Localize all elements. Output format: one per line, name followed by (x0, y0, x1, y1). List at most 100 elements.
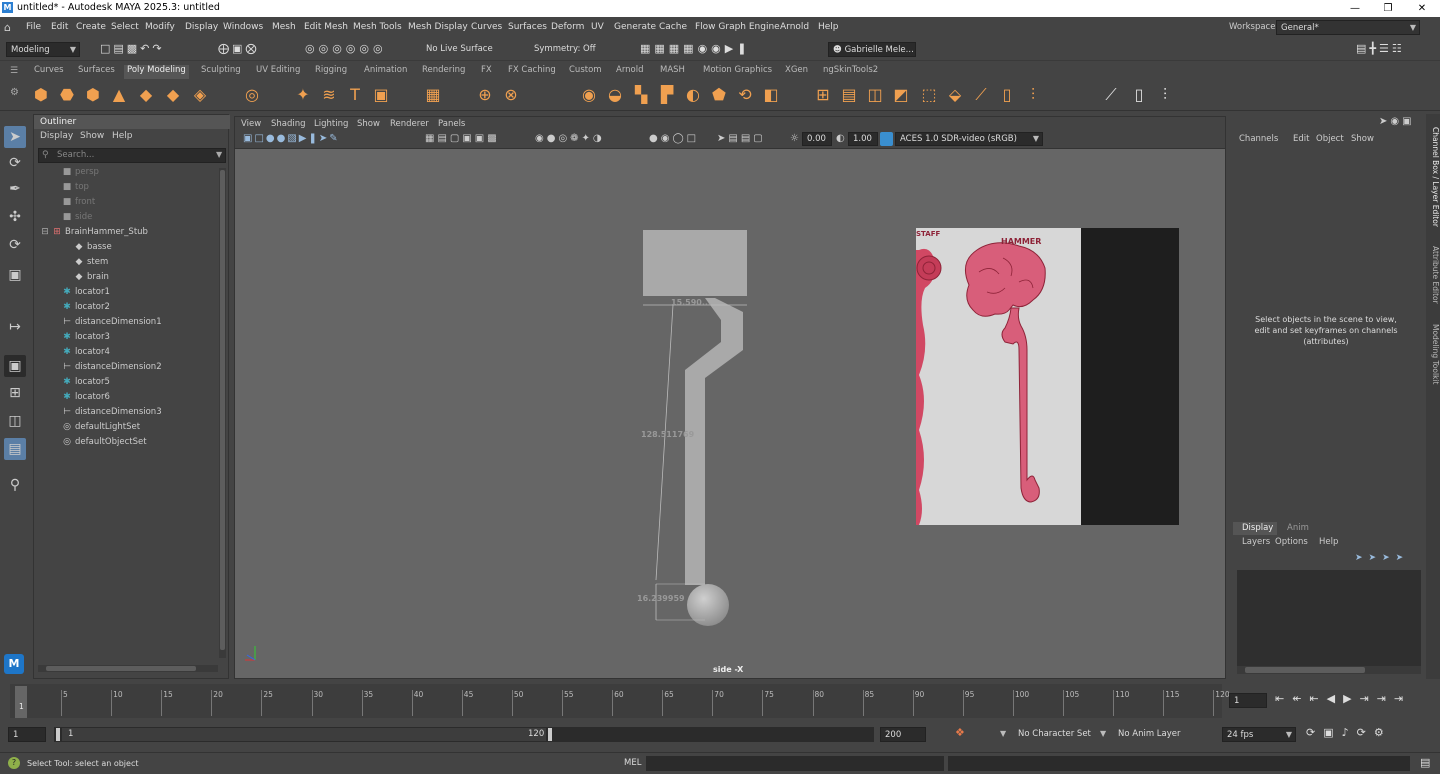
shelf-tool-31-icon[interactable]: ▯ (996, 84, 1018, 106)
outliner-menu-help[interactable]: Help (112, 131, 133, 141)
viewport-panel[interactable]: View Shading Lighting Show Renderer Panels ▣□… (234, 116, 1226, 679)
layer-list[interactable] (1237, 570, 1421, 666)
close-icon[interactable]: ✕ (1407, 0, 1437, 17)
playback-options-icons[interactable]: ⟳▣♪⟳⚙ (1306, 726, 1392, 739)
shelf-tab-rigging[interactable]: Rigging (312, 65, 350, 79)
shelf-tab-rendering[interactable]: Rendering (419, 65, 468, 79)
shelf-tool-27-icon[interactable]: ◩ (890, 84, 912, 106)
outliner-item[interactable]: ✱ locator6 (34, 390, 219, 405)
menu-deform[interactable]: Deform (551, 22, 584, 32)
layers-menu[interactable]: Layers (1242, 537, 1270, 547)
shelf-tool-16-icon[interactable]: ◉ (578, 84, 600, 106)
shelf-tab-custom[interactable]: Custom (566, 65, 605, 79)
shelf-tool-8-icon[interactable]: ◎ (241, 84, 263, 106)
render-icons[interactable]: ▦▦▦▦◉◉▶❚ (640, 42, 750, 55)
shelf-tool-32-icon[interactable]: ⫶ (1022, 84, 1044, 106)
menu-create[interactable]: Create (76, 22, 106, 32)
mel-label[interactable]: MEL (624, 758, 641, 768)
shelf-tool-22-icon[interactable]: ⟲ (734, 84, 756, 106)
range-end-handle[interactable] (548, 728, 552, 741)
shelf-tool-25-icon[interactable]: ▤ (838, 84, 860, 106)
shelf-tool-14-icon[interactable]: ⊕ (474, 84, 496, 106)
viewport-menu-view[interactable]: View (241, 119, 261, 129)
channel-box-tools-icons[interactable]: ➤◉▣ (1379, 116, 1415, 127)
user-dropdown[interactable]: ☻ Gabrielle Mele... (828, 42, 916, 57)
character-set-field[interactable]: No Character Set (1018, 729, 1091, 739)
live-surface-field[interactable]: No Live Surface (422, 42, 494, 57)
playback-controls-icons[interactable]: ⇤↞⇤◀▶⇥⇥⇥ (1275, 692, 1411, 705)
symmetry-field[interactable]: Symmetry: Off (530, 42, 602, 57)
outliner-item[interactable]: ◎ defaultLightSet (34, 420, 219, 435)
outliner-item[interactable]: ◆ brain (34, 270, 219, 285)
layout-outliner-icon[interactable]: ▤ (4, 438, 26, 460)
shelf-tool-6-icon[interactable]: ◆ (162, 84, 184, 106)
anim-start-field[interactable]: 1 (8, 727, 46, 742)
shelf-tool-1-icon[interactable]: ⬢ (30, 84, 52, 106)
shelf-tool-3-icon[interactable]: ⬢ (82, 84, 104, 106)
shelf-menu-icon[interactable]: ☰ (10, 66, 18, 76)
shelf-tab-arnold[interactable]: Arnold (613, 65, 647, 79)
range-start-handle[interactable] (56, 728, 60, 741)
chevron-down-icon[interactable]: ▼ (216, 150, 222, 159)
layout-single-icon[interactable]: ▣ (4, 355, 26, 377)
move-tool-icon[interactable]: ✣ (4, 206, 26, 228)
shelf-curve-tool-1-icon[interactable]: ⟋ (1100, 84, 1122, 106)
chevron-down-icon[interactable]: ▼ (1000, 729, 1006, 738)
current-frame-field[interactable]: 1 (1229, 693, 1267, 708)
shelf-tab-xgen[interactable]: XGen (782, 65, 811, 79)
outliner-item[interactable]: ⊢ distanceDimension2 (34, 360, 219, 375)
menu-windows[interactable]: Windows (223, 22, 263, 32)
shelf-tool-2-icon[interactable]: ⬣ (56, 84, 78, 106)
isolate-icons[interactable]: ●◉◯□ (649, 133, 699, 144)
shelf-tab-surfaces[interactable]: Surfaces (75, 65, 118, 79)
shelf-tab-fx[interactable]: FX (478, 65, 495, 79)
viewport-menu-renderer[interactable]: Renderer (390, 119, 429, 129)
shelf-tab-poly-modeling[interactable]: Poly Modeling (124, 65, 189, 79)
outliner-item[interactable]: ◆ stem (34, 255, 219, 270)
shelf-tool-12-icon[interactable]: ▣ (370, 84, 392, 106)
shelf-tool-4-icon[interactable]: ▲ (108, 84, 130, 106)
layer-hscrollbar[interactable] (1237, 666, 1421, 674)
shelf-tab-fx-caching[interactable]: FX Caching (505, 65, 559, 79)
shelf-tool-28-icon[interactable]: ⬚ (918, 84, 940, 106)
object-menu[interactable]: Object (1316, 134, 1344, 144)
help-menu[interactable]: Help (1319, 537, 1338, 547)
select-tool-icon[interactable]: ➤ (4, 126, 26, 148)
tab-channel-box-layer-editor[interactable]: Channel Box / Layer Editor (1426, 122, 1440, 232)
shelf-tab-motion-graphics[interactable]: Motion Graphics (700, 65, 775, 79)
last-tool-icon[interactable]: ↦ (4, 316, 26, 338)
shelf-tool-19-icon[interactable]: ▛ (656, 84, 678, 106)
shelf-tool-9-icon[interactable]: ✦ (292, 84, 314, 106)
menu-cache[interactable]: Cache (659, 22, 687, 32)
viewport-scene[interactable] (235, 150, 1225, 678)
outliner-item[interactable]: ✱ locator3 (34, 330, 219, 345)
tab-attribute-editor[interactable]: Attribute Editor (1426, 240, 1440, 310)
menu-mesh-tools[interactable]: Mesh Tools (353, 22, 402, 32)
exposure-field[interactable]: 0.00 (802, 132, 832, 146)
anim-end-field[interactable]: 200 (880, 727, 926, 742)
outliner-search-input[interactable]: Search... (38, 148, 226, 163)
file-icons[interactable]: □▤▩↶↷ (100, 42, 165, 55)
menu-file[interactable]: File (26, 22, 41, 32)
channels-menu[interactable]: Channels (1239, 134, 1278, 144)
paint-select-icon[interactable]: ✒ (4, 178, 26, 200)
layer-tools-icons[interactable]: ➤➤➤➤ (1355, 553, 1409, 563)
shelf-tool-26-icon[interactable]: ◫ (864, 84, 886, 106)
menu-arnold[interactable]: Arnold (780, 22, 809, 32)
menu-display[interactable]: Display (185, 22, 218, 32)
outliner-item[interactable]: ■ persp (34, 165, 219, 180)
tab-anim[interactable]: Anim (1287, 523, 1309, 533)
shelf-tool-30-icon[interactable]: ⟋ (970, 84, 992, 106)
search-icon[interactable]: ⚲ (4, 474, 26, 496)
mode-dropdown[interactable]: Modeling ▼ (6, 42, 80, 57)
maya-home-icon[interactable]: M (4, 654, 24, 674)
outliner-item[interactable]: ◎ defaultObjectSet (34, 435, 219, 450)
shelf-tool-11-icon[interactable]: T (344, 84, 366, 106)
menu-curves[interactable]: Curves (471, 22, 502, 32)
shelf-tool-7-icon[interactable]: ◈ (189, 84, 211, 106)
home-icon[interactable]: ⌂ (4, 21, 11, 34)
outliner-item[interactable]: ⊢ distanceDimension3 (34, 405, 219, 420)
auto-key-icon[interactable]: ❖ (955, 726, 965, 739)
shelf-tab-animation[interactable]: Animation (361, 65, 410, 79)
tab-modeling-toolkit[interactable]: Modeling Toolkit (1426, 318, 1440, 390)
